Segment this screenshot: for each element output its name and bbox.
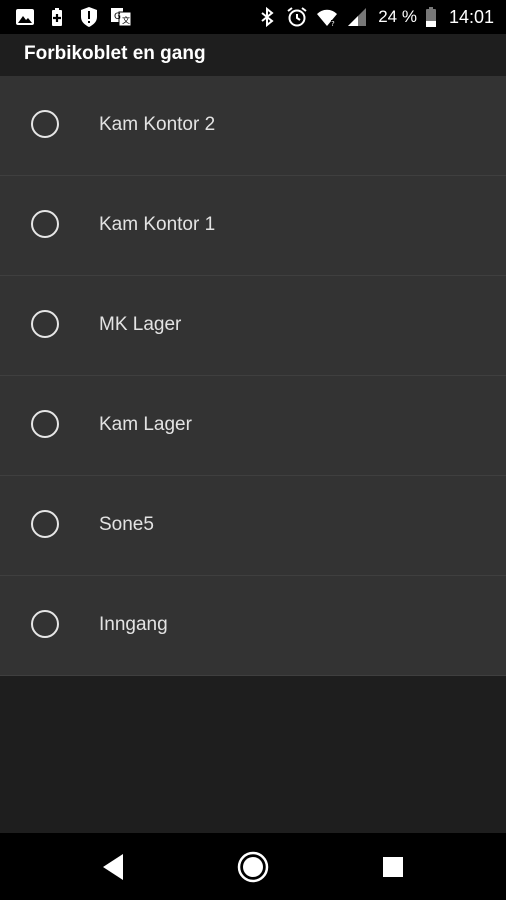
battery-icon xyxy=(425,6,437,28)
back-icon xyxy=(103,854,123,880)
list-item[interactable]: Kam Kontor 2 xyxy=(0,76,506,176)
clock: 14:01 xyxy=(448,6,494,27)
bluetooth-icon xyxy=(256,6,278,28)
alarm-icon xyxy=(286,6,308,28)
item-label: Inngang xyxy=(99,614,168,635)
battery-saver-icon xyxy=(46,6,68,28)
svg-text:文: 文 xyxy=(122,15,130,25)
dialog-header: Forbikoblet en gang xyxy=(0,34,506,76)
back-button[interactable] xyxy=(95,849,131,885)
item-label: Kam Lager xyxy=(99,414,192,435)
list-item[interactable]: Kam Kontor 1 xyxy=(0,176,506,276)
screen: G文 ? 24 % 14:01 Forbikoblet en gang Kam … xyxy=(0,0,506,900)
navigation-bar xyxy=(0,833,506,900)
svg-text:G: G xyxy=(114,12,121,22)
wifi-icon: ? xyxy=(316,6,338,28)
radio-button[interactable] xyxy=(31,110,59,138)
image-icon xyxy=(14,6,36,28)
home-button[interactable] xyxy=(235,849,271,885)
translate-icon: G文 xyxy=(110,6,132,28)
battery-percent: 24 % xyxy=(378,7,417,26)
signal-icon xyxy=(346,6,368,28)
list-item[interactable]: Kam Lager xyxy=(0,376,506,476)
status-bar-left: G文 xyxy=(14,6,132,28)
home-icon xyxy=(237,851,269,883)
list-item[interactable]: MK Lager xyxy=(0,276,506,376)
dialog-title: Forbikoblet en gang xyxy=(24,43,206,64)
item-label: Kam Kontor 1 xyxy=(99,214,216,235)
radio-button[interactable] xyxy=(31,610,59,638)
list-item[interactable]: Sone5 xyxy=(0,476,506,576)
radio-button[interactable] xyxy=(31,410,59,438)
radio-button[interactable] xyxy=(31,310,59,338)
radio-button[interactable] xyxy=(31,210,59,238)
item-label: Kam Kontor 2 xyxy=(99,114,216,135)
svg-text:?: ? xyxy=(331,20,335,28)
status-bar-right: ? 24 % 14:01 xyxy=(256,6,494,28)
radio-button[interactable] xyxy=(31,510,59,538)
alert-icon xyxy=(78,6,100,28)
list-item[interactable]: Inngang xyxy=(0,576,506,676)
status-bar: G文 ? 24 % 14:01 xyxy=(0,0,506,34)
recents-button[interactable] xyxy=(375,849,411,885)
item-label: MK Lager xyxy=(99,314,182,335)
item-label: Sone5 xyxy=(99,514,154,535)
option-list: Kam Kontor 2 Kam Kontor 1 MK Lager Kam L… xyxy=(0,76,506,676)
recents-icon xyxy=(383,857,403,877)
